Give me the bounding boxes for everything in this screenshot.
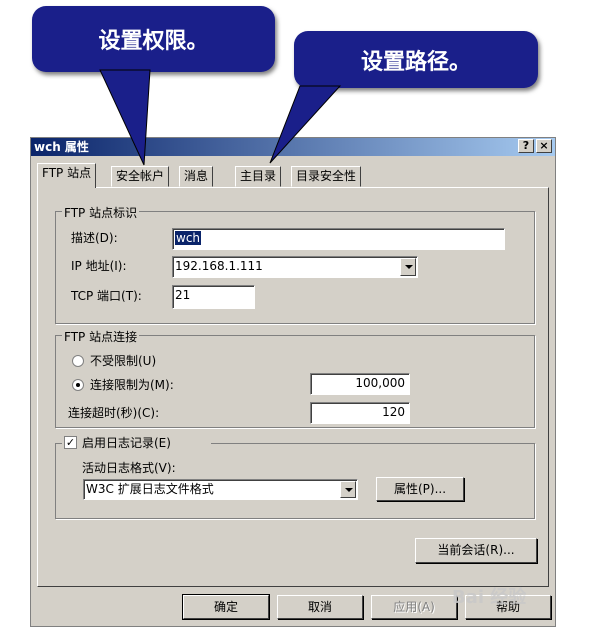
callout-path-pointer [269,85,342,164]
callout-pointers [99,69,342,166]
callout-permissions-pointer [99,69,151,166]
